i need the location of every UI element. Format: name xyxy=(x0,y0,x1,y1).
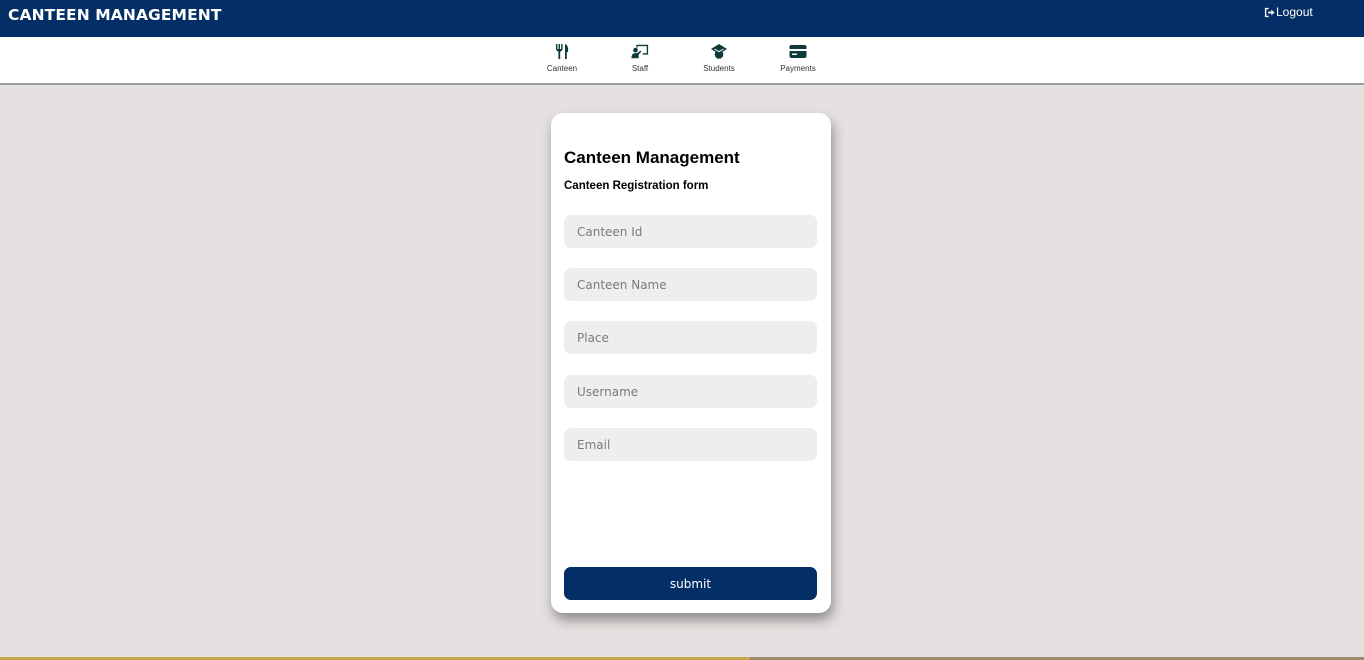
nav-item-students[interactable]: Students xyxy=(689,43,749,73)
place-field[interactable] xyxy=(564,321,817,354)
username-field[interactable] xyxy=(564,375,817,408)
logout-label: Logout xyxy=(1276,5,1313,19)
app-title: CANTEEN MANAGEMENT xyxy=(8,6,222,24)
top-header: CANTEEN MANAGEMENT Logout xyxy=(0,0,1364,37)
email-field[interactable] xyxy=(564,428,817,461)
chalkboard-teacher-icon xyxy=(610,43,670,61)
nav-item-canteen[interactable]: Canteen xyxy=(532,43,592,73)
registration-card: Canteen Management Canteen Registration … xyxy=(551,113,831,613)
credit-card-icon xyxy=(768,43,828,61)
canteen-id-field[interactable] xyxy=(564,215,817,248)
nav-bar: Canteen Staff Students Payments xyxy=(0,37,1364,85)
nav-label-students: Students xyxy=(703,64,735,73)
canteen-name-field[interactable] xyxy=(564,268,817,301)
utensils-icon xyxy=(532,43,592,61)
sign-out-icon xyxy=(1264,7,1275,17)
form-subtitle: Canteen Registration form xyxy=(564,180,709,192)
submit-button[interactable]: submit xyxy=(564,567,817,600)
nav-label-canteen: Canteen xyxy=(546,64,578,73)
form-title: Canteen Management xyxy=(564,148,740,167)
nav-label-staff: Staff xyxy=(631,64,649,73)
graduation-cap-icon xyxy=(689,43,749,61)
nav-label-payments: Payments xyxy=(780,64,816,73)
nav-item-payments[interactable]: Payments xyxy=(768,43,828,73)
logout-button[interactable]: Logout xyxy=(1264,5,1313,19)
nav-item-staff[interactable]: Staff xyxy=(610,43,670,73)
